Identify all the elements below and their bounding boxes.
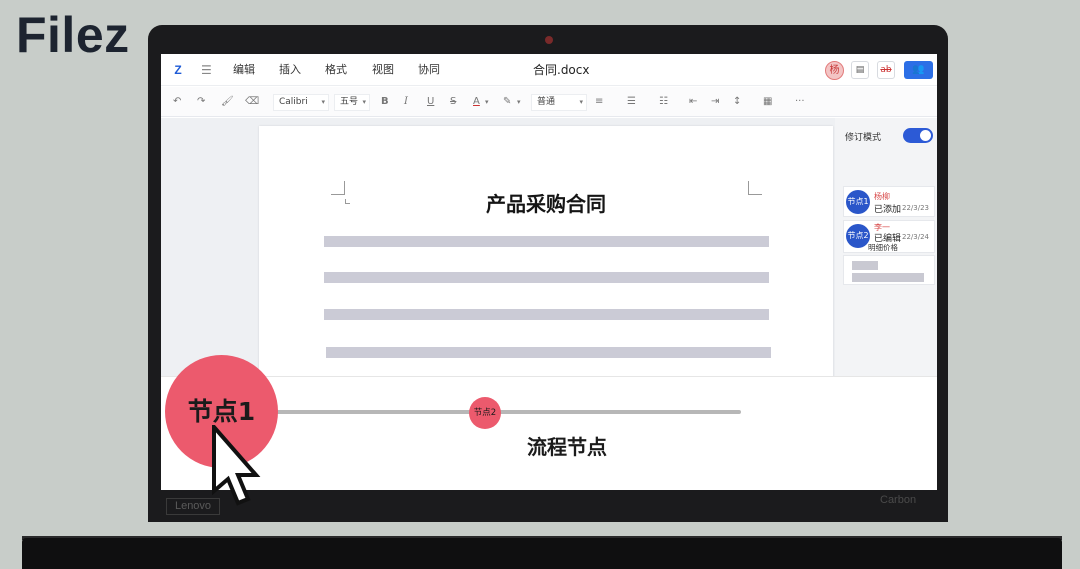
- hamburger-icon[interactable]: ☰: [201, 63, 212, 77]
- comment-detail: 明细价格: [868, 243, 898, 252]
- font-name-select[interactable]: Calibri ▾: [273, 94, 329, 111]
- comment-avatar: 节点2: [846, 224, 870, 248]
- placeholder-bar: [852, 261, 878, 270]
- comment-date: 22/3/24: [902, 233, 929, 241]
- bold-button[interactable]: B: [381, 95, 389, 109]
- menu-insert[interactable]: 插入: [279, 63, 301, 77]
- menubar: Z ☰ 编辑 插入 格式 视图 协同 合同.docx 杨 ▤ ab 👥: [161, 54, 937, 86]
- menu-view[interactable]: 视图: [372, 63, 394, 77]
- text-line: [324, 236, 769, 247]
- camera: [545, 36, 553, 44]
- flow-connector: [273, 410, 741, 414]
- document-page[interactable]: 产品采购合同: [259, 126, 833, 386]
- laptop-brand-right: Carbon: [880, 494, 917, 506]
- comment-card[interactable]: 节点2 李一 已编辑 22/3/24 明细价格: [843, 220, 935, 253]
- document-filename: 合同.docx: [533, 63, 590, 77]
- align-icon[interactable]: ≡: [595, 95, 603, 109]
- comment-date: 22/3/23: [902, 204, 929, 212]
- indent-decrease-icon[interactable]: ⇤: [689, 95, 697, 109]
- strikethrough-button[interactable]: S: [450, 95, 456, 109]
- paragraph-style-select[interactable]: 普通 ▾: [531, 94, 587, 111]
- flow-label: 流程节点: [527, 435, 607, 459]
- document-canvas: 产品采购合同: [161, 118, 835, 386]
- laptop-base: [22, 538, 1062, 569]
- comment-author: 杨柳: [874, 192, 890, 201]
- line-spacing-icon[interactable]: ↕: [733, 95, 741, 109]
- italic-button[interactable]: I: [404, 95, 408, 109]
- underline-button[interactable]: U: [427, 95, 434, 109]
- text-line: [326, 347, 771, 358]
- comment-action: 已添加: [874, 205, 902, 215]
- comment-card-placeholder: [843, 255, 935, 285]
- undo-icon[interactable]: ↶: [173, 95, 181, 109]
- numbered-list-icon[interactable]: ☷: [659, 95, 668, 109]
- comment-icon[interactable]: ▤: [851, 61, 869, 79]
- revision-mode-toggle[interactable]: [903, 128, 933, 143]
- placeholder-bar: [852, 273, 924, 282]
- strike-icon[interactable]: ab: [877, 61, 895, 79]
- eraser-icon[interactable]: ⌫: [245, 95, 259, 109]
- user-avatar[interactable]: 杨: [825, 61, 844, 80]
- bullet-list-icon[interactable]: ☰: [627, 95, 636, 109]
- flow-overlay: 节点1 节点2 流程节点: [161, 355, 937, 490]
- filez-logo: Filez: [16, 7, 130, 63]
- share-users-icon[interactable]: 👥: [904, 61, 933, 79]
- text-line: [324, 309, 769, 320]
- app-screen: Z ☰ 编辑 插入 格式 视图 协同 合同.docx 杨 ▤ ab 👥 ↶ ↷ …: [161, 54, 937, 490]
- document-title: 产品采购合同: [486, 192, 606, 216]
- menu-edit[interactable]: 编辑: [233, 63, 255, 77]
- revision-side-panel: 修订模式 节点1 杨柳 已添加 22/3/23 节点2 李一 已编辑 22/3/…: [835, 118, 937, 376]
- comment-avatar: 节点1: [846, 190, 870, 214]
- menu-format[interactable]: 格式: [325, 63, 347, 77]
- text-line: [324, 272, 769, 283]
- comment-card[interactable]: 节点1 杨柳 已添加 22/3/23: [843, 186, 935, 217]
- more-icon[interactable]: ···: [795, 95, 805, 109]
- highlight-icon[interactable]: ✎: [503, 95, 511, 109]
- font-color-caret-icon[interactable]: ▾: [485, 95, 489, 109]
- revision-mode-label: 修订模式: [845, 133, 882, 143]
- format-painter-icon[interactable]: 🖌: [221, 95, 234, 109]
- format-toolbar: ↶ ↷ 🖌 ⌫ Calibri ▾ 五号 ▾ B I U S A ▾ ✎ ▾ 普通 ▾…: [161, 87, 937, 117]
- indent-increase-icon[interactable]: ⇥: [711, 95, 719, 109]
- table-icon[interactable]: ▦: [763, 95, 772, 109]
- mouse-pointer-icon: [212, 425, 261, 506]
- flow-node-2[interactable]: 节点2: [469, 397, 501, 429]
- highlight-caret-icon[interactable]: ▾: [517, 95, 521, 109]
- font-color-button[interactable]: A: [473, 95, 480, 109]
- redo-icon[interactable]: ↷: [197, 95, 205, 109]
- font-size-select[interactable]: 五号 ▾: [334, 94, 370, 111]
- menu-collab[interactable]: 协同: [418, 63, 440, 77]
- app-logo-icon[interactable]: Z: [171, 63, 185, 77]
